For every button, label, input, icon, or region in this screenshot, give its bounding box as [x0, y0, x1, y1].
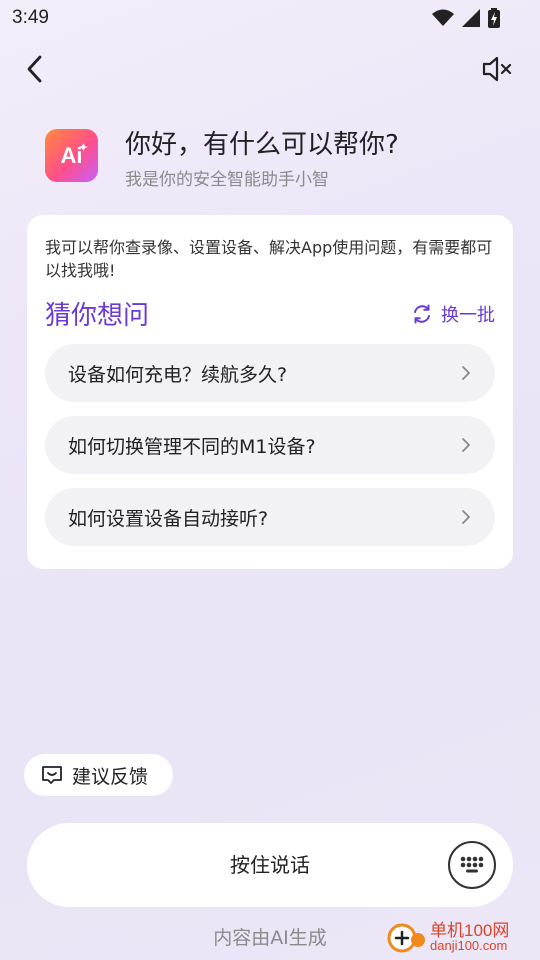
- assistant-intro: 我可以帮你查录像、设置设备、解决App使用问题，有需要都可以找我哦!: [45, 238, 493, 280]
- question-text: 如何切换管理不同的M1设备?: [68, 435, 316, 458]
- status-icons: [432, 8, 500, 28]
- suggested-question[interactable]: 设备如何充电？续航多久?: [45, 344, 495, 402]
- chevron-right-icon: [462, 366, 470, 380]
- status-time: 3:49: [12, 7, 49, 28]
- refresh-icon: [414, 304, 430, 324]
- chevron-left-icon: [27, 55, 42, 83]
- mute-button[interactable]: [480, 52, 514, 86]
- suggested-question[interactable]: 如何切换管理不同的M1设备?: [45, 416, 495, 474]
- battery-charging-icon: [488, 8, 500, 28]
- back-button[interactable]: [20, 52, 54, 86]
- ai-assistant-logo: Ai ✦: [45, 129, 98, 182]
- sparkle-icon: ✦: [78, 142, 88, 154]
- speaker-mute-icon: [482, 56, 512, 82]
- chevron-right-icon: [462, 510, 470, 524]
- question-text: 设备如何充电？续航多久?: [68, 363, 288, 386]
- keypad-button[interactable]: [448, 841, 496, 889]
- site-watermark: 单机100网 danji100.com: [386, 916, 536, 958]
- refresh-label: 换一批: [441, 305, 495, 326]
- question-text: 如何设置设备自动接听?: [68, 507, 269, 530]
- refresh-button[interactable]: 换一批: [411, 301, 495, 327]
- chevron-right-icon: [462, 438, 470, 452]
- voice-input-bar: 按住说话: [27, 823, 513, 907]
- greeting-title: 你好，有什么可以帮你?: [125, 130, 399, 160]
- signal-icon: [462, 9, 480, 27]
- suggestions-card: 我可以帮你查录像、设置设备、解决App使用问题，有需要都可以找我哦! 猜你想问 …: [27, 215, 513, 569]
- feedback-label: 建议反馈: [72, 765, 149, 788]
- wifi-icon: [432, 9, 454, 26]
- watermark-logo-icon: [387, 923, 425, 953]
- greeting-subtitle: 我是你的安全智能助手小智: [125, 170, 329, 190]
- hold-to-talk-button[interactable]: 按住说话: [27, 823, 513, 907]
- suggested-question[interactable]: 如何设置设备自动接听?: [45, 488, 495, 546]
- keypad-icon: [460, 856, 484, 873]
- guess-title: 猜你想问: [45, 301, 150, 331]
- watermark-url: danji100.com: [430, 938, 508, 953]
- feedback-button[interactable]: 建议反馈: [24, 754, 173, 796]
- status-bar: 3:49: [0, 0, 540, 36]
- feedback-icon: [42, 766, 62, 784]
